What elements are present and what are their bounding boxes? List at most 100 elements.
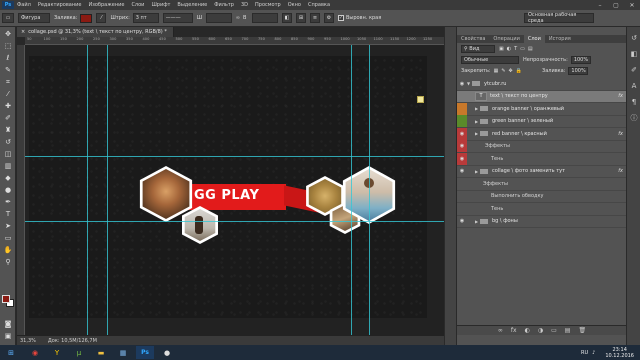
stroke-type-select[interactable]: ——— [162, 13, 193, 23]
visibility-eye-icon[interactable]: ◉ [457, 78, 467, 90]
filter-pixel-icon[interactable]: ▣ [499, 46, 504, 52]
type-tool-icon[interactable]: T [2, 209, 14, 219]
settings-button[interactable]: ⚙ [323, 13, 334, 23]
visibility-eye-icon[interactable]: ◉ [457, 127, 467, 140]
info-panel-icon[interactable]: ⓘ [629, 113, 639, 123]
lasso-tool-icon[interactable]: ℓ [2, 53, 14, 63]
crop-tool-icon[interactable]: ⌗ [2, 77, 14, 87]
marquee-tool-icon[interactable]: ⬚ [2, 41, 14, 51]
close-button[interactable]: ✕ [624, 0, 640, 10]
path-ops-button[interactable]: ◧ [281, 13, 292, 23]
canvas[interactable]: GG PLAY [29, 56, 427, 318]
filter-shape-icon[interactable]: ▭ [520, 46, 525, 52]
layer-row[interactable]: ◉ ▼ ytcubr.ru [457, 78, 627, 91]
layer-row[interactable]: ▶ orange banner \ оранжевый [457, 102, 627, 116]
path-align-button[interactable]: ⊞ [295, 13, 306, 23]
filter-type-icon[interactable]: T [514, 46, 517, 52]
chrome-icon[interactable]: ◉ [26, 346, 44, 359]
visibility-empty-icon[interactable] [457, 115, 467, 128]
blend-mode-select[interactable]: Обычные [461, 55, 519, 64]
clock[interactable]: 23:14 10.12.2016 [605, 347, 634, 359]
layer-row[interactable]: ◉ ▶ bg \ фоны [457, 216, 627, 228]
menu-window[interactable]: Окно [288, 2, 301, 8]
menu-file[interactable]: Файл [17, 2, 31, 8]
folder-icon[interactable]: ▬ [92, 346, 110, 359]
guide-horizontal[interactable] [25, 156, 444, 157]
align-edges-checkbox[interactable]: ✓ [337, 15, 344, 21]
network-icon[interactable]: ▦ [114, 346, 132, 359]
guide-vertical[interactable] [351, 45, 352, 335]
close-tab-icon[interactable]: × [21, 29, 25, 35]
shape-tool-preset[interactable]: ▭ [2, 13, 14, 23]
zoom-tool-icon[interactable]: ⚲ [2, 257, 14, 267]
guide-vertical[interactable] [107, 45, 108, 335]
effect-row[interactable]: ◉ Тень [457, 152, 627, 166]
guide-vertical[interactable] [369, 45, 370, 335]
guide-horizontal[interactable] [25, 221, 444, 222]
visibility-eye-icon[interactable]: ◉ [457, 165, 467, 177]
shape-mode-select[interactable]: Фигура [18, 13, 50, 23]
horizontal-ruler[interactable]: 50 100 150 200 250 300 350 400 450 500 550 600 650 70… [25, 37, 444, 45]
visibility-eye-icon[interactable]: ◉ [457, 140, 467, 153]
effects-row[interactable]: Эффекты [457, 178, 627, 191]
zoom-level[interactable]: 31,3% [20, 338, 36, 344]
lock-pixels-icon[interactable]: ▦ [494, 68, 499, 74]
start-button[interactable]: ⊞ [0, 346, 22, 359]
volume-icon[interactable]: ♪ [592, 350, 595, 356]
note-icon[interactable] [417, 96, 424, 103]
fill-field[interactable]: 100% [568, 66, 589, 75]
eyedropper-tool-icon[interactable]: ⁄ [2, 89, 14, 99]
menu-edit[interactable]: Редактирование [38, 2, 82, 8]
layer-row[interactable]: ◉ ▶ red banner \ красный fx [457, 127, 627, 141]
fx-icon[interactable]: fx [618, 131, 623, 137]
lock-paint-icon[interactable]: ✎ [501, 68, 505, 74]
add-style-icon[interactable]: fx [511, 327, 517, 334]
hand-tool-icon[interactable]: ✋ [2, 245, 14, 255]
menu-view[interactable]: Просмотр [255, 2, 281, 8]
path-arrange-button[interactable]: ≡ [309, 13, 320, 23]
menu-3d[interactable]: 3D [241, 2, 248, 8]
color-swatches[interactable] [2, 295, 14, 307]
effect-row[interactable]: Тень [457, 203, 627, 216]
tab-history[interactable]: История [545, 35, 575, 43]
new-layer-icon[interactable]: ▤ [565, 327, 571, 334]
lock-move-icon[interactable]: ✥ [509, 68, 513, 74]
opacity-field[interactable]: 100% [570, 55, 591, 64]
layer-row-selected[interactable]: T text \ текст по центру fx [457, 90, 627, 103]
pen-tool-icon[interactable]: ✒ [2, 197, 14, 207]
tab-layers[interactable]: Слои [523, 35, 545, 43]
effects-row[interactable]: ◉ Эффекты [457, 140, 627, 153]
lock-all-icon[interactable]: 🔒 [516, 68, 522, 74]
dodge-tool-icon[interactable]: ● [2, 185, 14, 195]
link-layers-icon[interactable]: ∞ [498, 327, 503, 334]
add-mask-icon[interactable]: ◐ [525, 327, 530, 334]
kind-filter-select[interactable]: ⚲ Вид [461, 44, 495, 53]
healing-tool-icon[interactable]: ✚ [2, 101, 14, 111]
guide-vertical[interactable] [87, 45, 88, 335]
visibility-eye-icon[interactable]: ◉ [457, 152, 467, 165]
tab-actions[interactable]: Операции [489, 35, 523, 43]
link-icon[interactable]: ∞ [236, 15, 240, 21]
adjustment-layer-icon[interactable]: ◑ [538, 327, 543, 334]
obs-icon[interactable]: ● [158, 346, 176, 359]
history-brush-tool-icon[interactable]: ↺ [2, 137, 14, 147]
brush-tool-icon[interactable]: ✐ [2, 113, 14, 123]
quick-mask-icon[interactable]: ◙ [2, 319, 14, 329]
new-group-icon[interactable]: ▭ [551, 327, 557, 334]
brush-panel-icon[interactable]: ✐ [629, 65, 639, 75]
vertical-ruler[interactable] [17, 45, 25, 335]
effect-row[interactable]: Выполнить обводку [457, 191, 627, 203]
menu-filter[interactable]: Фильтр [214, 2, 234, 8]
menu-type[interactable]: Шрифт [151, 2, 170, 8]
character-panel-icon[interactable]: A [629, 81, 639, 91]
paragraph-panel-icon[interactable]: ¶ [629, 97, 639, 107]
tab-properties[interactable]: Свойства [457, 35, 489, 43]
eraser-tool-icon[interactable]: ◫ [2, 149, 14, 159]
menu-help[interactable]: Справка [308, 2, 330, 8]
stroke-width-field[interactable]: 3 пт [132, 13, 159, 23]
fx-icon[interactable]: fx [618, 168, 623, 174]
menu-layers[interactable]: Слои [131, 2, 144, 8]
menu-image[interactable]: Изображение [88, 2, 124, 8]
blur-tool-icon[interactable]: ◆ [2, 173, 14, 183]
screen-mode-icon[interactable]: ▣ [2, 331, 14, 341]
